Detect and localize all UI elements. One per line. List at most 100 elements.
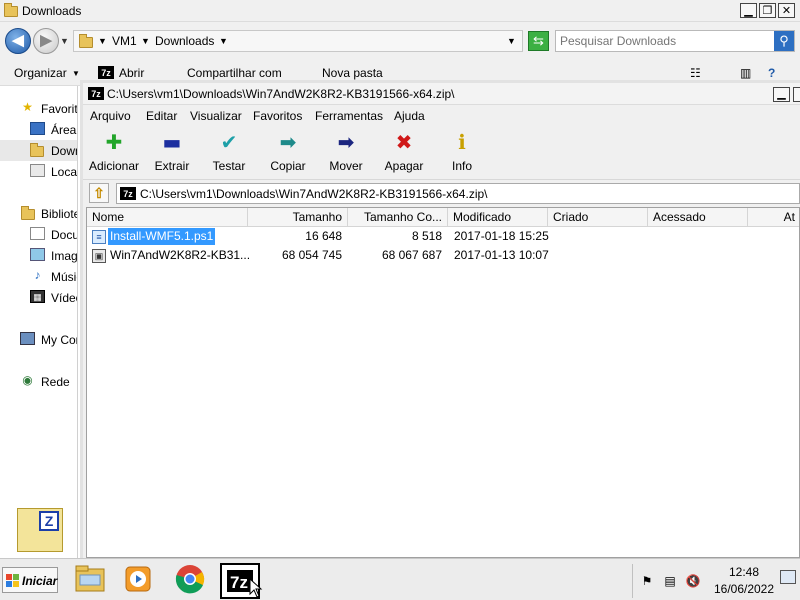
breadcrumb[interactable]: ▼ VM1 ▼ Downloads ▼ ▼	[73, 30, 523, 52]
nav-item-documents[interactable]: Documentos	[0, 224, 77, 245]
close-button[interactable]: ✕	[778, 3, 795, 18]
nav-item-places[interactable]: Locais	[0, 161, 77, 182]
maximize-button[interactable]	[793, 87, 800, 102]
breadcrumb-item[interactable]: VM1	[112, 34, 137, 48]
network-status-icon[interactable]: ▤	[662, 573, 678, 589]
test-button[interactable]: ✔ Testar	[207, 129, 251, 177]
table-row[interactable]: ▣ Win7AndW2K8R2-KB31... 68 054 745 68 06…	[87, 246, 799, 265]
windows-logo-icon	[6, 574, 19, 587]
menu-visualizar[interactable]: Visualizar	[190, 109, 242, 123]
clock-time[interactable]: 12:48	[724, 565, 764, 579]
media-player-taskbar-button[interactable]	[120, 563, 160, 599]
clock-date[interactable]: 16/06/2022	[712, 582, 776, 596]
show-desktop-button[interactable]	[780, 570, 796, 584]
test-label: Testar	[212, 159, 246, 173]
file-name[interactable]: Win7AndW2K8R2-KB31...	[108, 247, 252, 264]
file-created	[554, 227, 654, 246]
explorer-taskbar-button[interactable]	[72, 563, 112, 599]
file-accessed	[654, 227, 754, 246]
help-icon[interactable]: ?	[768, 66, 775, 80]
forward-button[interactable]: ▶	[33, 28, 59, 54]
nav-item-music[interactable]: ♪ Músicas	[0, 266, 78, 287]
start-label: Iniciar	[22, 574, 58, 588]
chrome-taskbar-button[interactable]	[172, 563, 212, 599]
move-icon: ➡	[337, 130, 355, 154]
info-button[interactable]: ℹ Info	[443, 129, 481, 177]
folder-up-icon[interactable]: ⇧	[89, 183, 109, 203]
folder-icon	[75, 565, 105, 592]
history-dropdown-icon[interactable]: ▼	[60, 36, 69, 46]
file-name[interactable]: Install-WMF5.1.ps1	[106, 227, 217, 246]
column-name[interactable]: Nome	[87, 208, 248, 227]
menu-editar[interactable]: Editar	[146, 109, 177, 123]
chevron-down-icon[interactable]: ▼	[219, 36, 228, 46]
move-button[interactable]: ➡ Mover	[323, 129, 369, 177]
file-modified: 2017-01-18 15:25	[454, 229, 549, 243]
add-button[interactable]: ✚ Adicionar	[85, 129, 143, 177]
new-folder-button[interactable]: Nova pasta	[322, 66, 383, 80]
nav-item-images[interactable]: Imagens	[0, 245, 77, 266]
minimize-button[interactable]: ▁	[773, 87, 790, 102]
refresh-button[interactable]: ⇆	[528, 31, 549, 51]
nav-item-favorites[interactable]: ★ Favoritos	[0, 98, 77, 119]
chevron-down-icon[interactable]: ▼	[72, 69, 80, 78]
view-options-icon[interactable]: ☷	[690, 66, 701, 80]
delete-icon: ✖	[395, 130, 413, 154]
preview-pane-icon[interactable]: ▥	[740, 66, 751, 80]
table-row[interactable]: ≡ Install-WMF5.1.ps1 16 648 8 518 2017-0…	[87, 227, 799, 246]
column-modified[interactable]: Modificado	[448, 208, 548, 227]
organize-button[interactable]: Organizar	[14, 66, 67, 80]
delete-button[interactable]: ✖ Apagar	[380, 129, 428, 177]
breadcrumb-item[interactable]: Downloads	[155, 34, 214, 48]
sevenzip-titlebar: 7z C:\Users\vm1\Downloads\Win7AndW2K8R2-…	[83, 83, 800, 105]
nav-label: Rede	[41, 375, 70, 389]
nav-label: Imagens	[51, 249, 77, 263]
package-file-icon: ▣	[92, 249, 106, 263]
column-packed-size[interactable]: Tamanho Co...	[348, 208, 448, 227]
column-attributes[interactable]: At	[748, 208, 799, 227]
maximize-button[interactable]: ❐	[759, 3, 776, 18]
nav-item-my-computer[interactable]: My Computer	[0, 329, 77, 350]
nav-item-libraries[interactable]: Bibliotecas	[0, 203, 77, 224]
menu-arquivo[interactable]: Arquivo	[90, 109, 131, 123]
move-label: Mover	[329, 159, 363, 173]
copy-button[interactable]: ➡ Copiar	[265, 129, 311, 177]
file-list: Nome Tamanho Tamanho Co... Modificado Cr…	[86, 207, 800, 558]
nav-item-network[interactable]: ◉ Rede	[0, 371, 77, 392]
column-accessed[interactable]: Acessado	[648, 208, 748, 227]
nav-item-desktop[interactable]: Área de Trabalho	[0, 119, 77, 140]
path-bar: ⇧ 7z	[83, 179, 800, 207]
chevron-down-icon[interactable]: ▼	[98, 36, 107, 46]
action-center-icon[interactable]: ⚑	[639, 573, 655, 589]
search-icon[interactable]: ⚲	[774, 31, 794, 51]
path-input[interactable]	[140, 186, 790, 201]
nav-item-videos[interactable]: ▦ Vídeos	[0, 287, 77, 308]
column-created[interactable]: Criado	[548, 208, 648, 227]
column-size[interactable]: Tamanho	[248, 208, 348, 227]
network-icon: ◉	[22, 373, 33, 387]
minimize-button[interactable]: ▁	[740, 3, 757, 18]
menu-ajuda[interactable]: Ajuda	[394, 109, 425, 123]
back-button[interactable]: ◀	[5, 28, 31, 54]
file-created	[554, 246, 654, 265]
file-list-header: Nome Tamanho Tamanho Co... Modificado Cr…	[87, 208, 799, 227]
toolbar: ✚ Adicionar ▬ Extrair ✔ Testar ➡ Copiar …	[83, 127, 800, 179]
menu-ferramentas[interactable]: Ferramentas	[315, 109, 383, 123]
volume-muted-icon[interactable]: 🔇	[685, 573, 701, 589]
sevenzip-icon: 7z	[88, 87, 104, 100]
address-dropdown-icon[interactable]: ▼	[507, 36, 516, 46]
nav-item-downloads[interactable]: Downloads	[0, 140, 77, 161]
share-with-button[interactable]: Compartilhar com	[187, 66, 282, 80]
nav-label: Documentos	[51, 228, 77, 242]
file-size: 16 648	[305, 229, 342, 243]
star-icon: ★	[22, 100, 33, 114]
extract-icon: ▬	[162, 130, 182, 154]
open-button[interactable]: Abrir	[119, 66, 144, 80]
search-input[interactable]	[560, 33, 770, 49]
search-field[interactable]: ⚲	[555, 30, 795, 52]
extract-button[interactable]: ▬ Extrair	[149, 129, 195, 177]
menu-favoritos[interactable]: Favoritos	[253, 109, 302, 123]
path-field[interactable]: 7z	[116, 183, 800, 204]
start-button[interactable]: Iniciar	[2, 567, 58, 593]
chevron-down-icon[interactable]: ▼	[141, 36, 150, 46]
